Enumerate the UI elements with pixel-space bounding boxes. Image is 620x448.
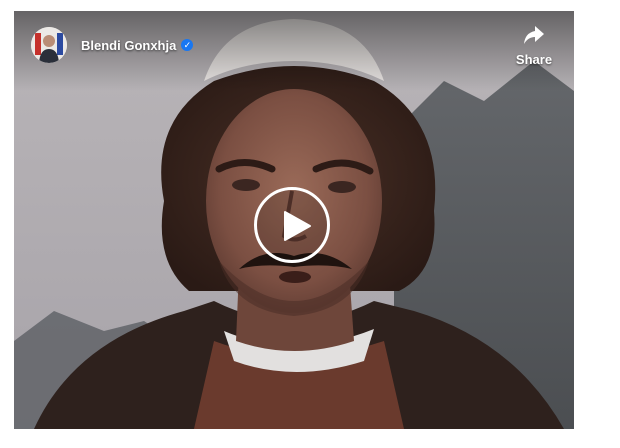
- channel-info[interactable]: Blendi Gonxhja ✓: [31, 27, 194, 63]
- share-label: Share: [515, 52, 553, 67]
- video-embed[interactable]: Blendi Gonxhja ✓ Share: [14, 11, 574, 429]
- avatar-image: [31, 27, 67, 63]
- verified-badge-icon: ✓: [181, 39, 194, 51]
- share-arrow-icon: [524, 26, 544, 44]
- play-icon: [284, 211, 311, 241]
- share-button[interactable]: Share: [514, 25, 554, 67]
- play-button[interactable]: [254, 187, 330, 263]
- channel-name[interactable]: Blendi Gonxhja: [81, 38, 176, 53]
- avatar[interactable]: [31, 27, 67, 63]
